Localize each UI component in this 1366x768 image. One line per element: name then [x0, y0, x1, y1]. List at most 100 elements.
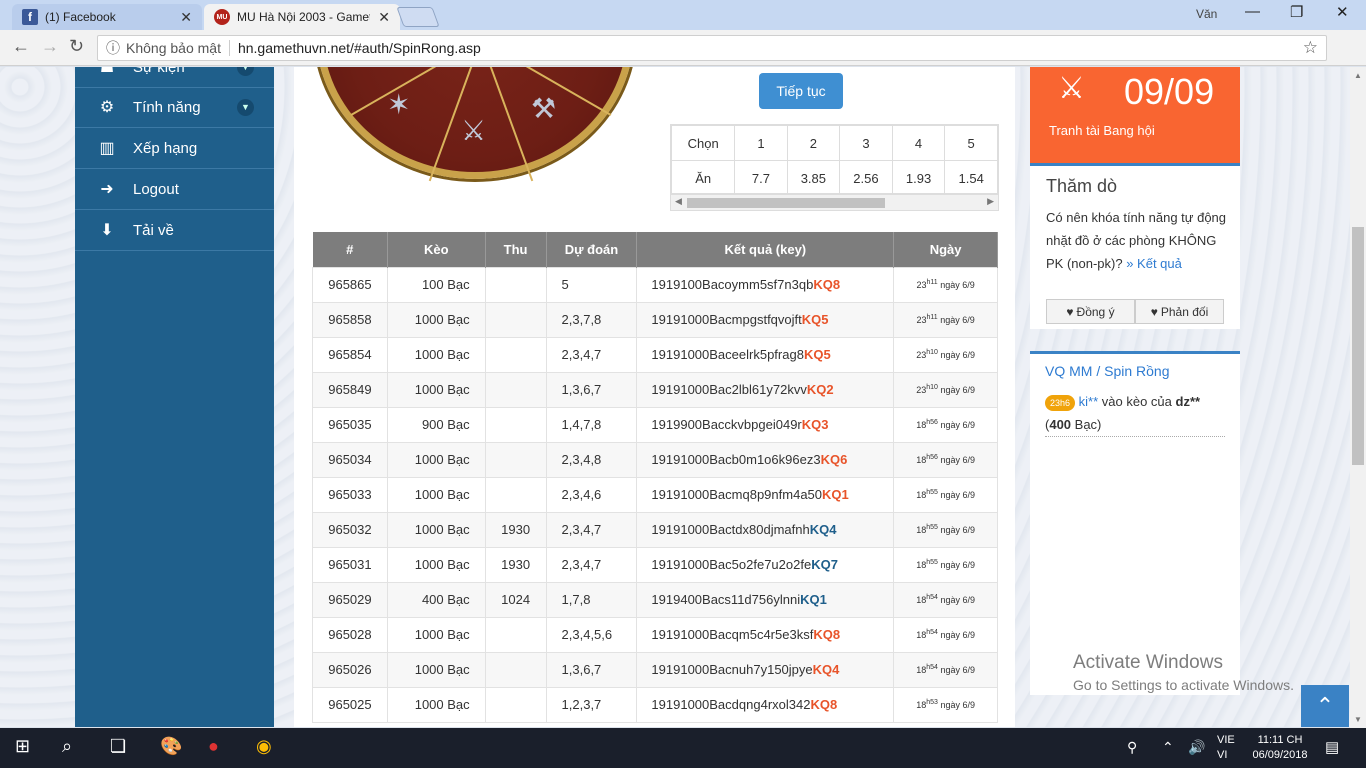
browser-tab-bar: f (1) Facebook ✕ MU MU Hà Nội 2003 - Gam…	[0, 0, 1366, 30]
row-prediction: 2,3,4,7	[545, 336, 638, 373]
spin-rong-link[interactable]: Spin Rồng	[1104, 363, 1169, 379]
scroll-left-icon[interactable]: ◀	[675, 196, 682, 207]
back-to-top-button[interactable]: ⌃	[1301, 685, 1349, 727]
omnibox[interactable]: ⓘ Không bảo mật hn.gamethuvn.net/#auth/S…	[97, 35, 1327, 61]
people-icon[interactable]: ⚲	[1127, 739, 1137, 756]
odds-table: Chọn 1 2 3 4 5 Ăn 7.7 3.85 2.56 1.93 1.5…	[670, 124, 999, 194]
new-tab-button[interactable]	[396, 7, 440, 27]
sidebar-item-logout[interactable]: ➜ Logout	[75, 169, 274, 210]
table-row: 965026 1000 Bạc 1,3,6,7 19191000Bacnuh7y150…	[312, 651, 998, 688]
row-bet: 100 Bạc	[386, 266, 486, 303]
info-icon[interactable]: ⓘ	[106, 38, 120, 58]
back-icon[interactable]: ←	[12, 36, 30, 57]
odds-payout: 1.93	[891, 160, 946, 193]
row-hour: 18	[916, 560, 927, 570]
url-text[interactable]: hn.gamethuvn.net/#auth/SpinRong.asp	[238, 40, 481, 56]
odds-row-label: Ăn	[671, 160, 736, 193]
agree-label: Đồng ý	[1076, 304, 1115, 319]
sidebar-item-tai-ve[interactable]: ⬇ Tải về	[75, 210, 274, 251]
row-date: 18h55 ngày 6/9	[893, 546, 998, 583]
task-view-icon[interactable]: ❏	[110, 736, 126, 757]
row-hour: 23	[916, 350, 927, 360]
tab-mu-hanoi[interactable]: MU MU Hà Nội 2003 - Gamethuvn ✕	[204, 4, 400, 30]
result-code: KQ4	[812, 662, 840, 677]
event-banner[interactable]: ⚔ 09/09 Tranh tài Bang hội	[1030, 67, 1240, 163]
tab-title: MU Hà Nội 2003 - Gamethuvn	[237, 10, 370, 24]
reload-icon[interactable]: ↻	[69, 36, 84, 57]
notification-icon[interactable]: ▤	[1325, 738, 1339, 756]
row-day: ngày 6/9	[940, 280, 975, 290]
table-row: 965034 1000 Bạc 2,3,4,8 19191000Bacb0m1o6k9…	[312, 441, 998, 478]
sidebar-item-label: Xếp hạng	[133, 139, 198, 157]
scroll-down-icon[interactable]: ▼	[1354, 715, 1362, 724]
address-toolbar: ← → ↻ ⓘ Không bảo mật hn.gamethuvn.net/#…	[0, 30, 1366, 86]
odds-payout: 2.56	[839, 160, 893, 193]
scroll-up-icon[interactable]: ▲	[1354, 71, 1362, 80]
volume-icon[interactable]: 🔊	[1188, 739, 1205, 756]
sidebar-item-xep-hang[interactable]: ▥ Xếp hạng	[75, 128, 274, 169]
row-date: 18h54 ngày 6/9	[893, 581, 998, 618]
divider	[228, 40, 230, 56]
row-bet: 1000 Bạc	[386, 616, 486, 653]
star-icon[interactable]: ☆	[1303, 38, 1318, 58]
chevron-down-icon[interactable]: ▼	[237, 99, 254, 116]
mu-game-taskbar-icon[interactable]: ●	[208, 736, 219, 757]
row-minute: h55	[926, 524, 938, 531]
player-name[interactable]: ki**	[1079, 394, 1099, 409]
row-date: 18h55 ngày 6/9	[893, 476, 998, 513]
row-day: ngày 6/9	[940, 350, 975, 360]
row-hour: 18	[916, 595, 927, 605]
close-icon[interactable]: ✕	[378, 9, 390, 26]
row-id: 965865	[312, 266, 388, 303]
scroll-thumb[interactable]	[1352, 227, 1364, 465]
row-hour: 18	[916, 455, 927, 465]
chevron-down-icon[interactable]: ▼	[237, 67, 254, 76]
row-date: 23h10 ngày 6/9	[893, 371, 998, 408]
table-row: 965032 1000 Bạc 1930 2,3,4,7 19191000Bactdx8…	[312, 511, 998, 548]
forward-icon[interactable]: →	[41, 36, 59, 57]
agree-button[interactable]: ♥ Đồng ý	[1046, 299, 1135, 324]
row-minute: h55	[926, 559, 938, 566]
paint-icon[interactable]: 🎨	[160, 736, 182, 757]
row-id: 965028	[312, 616, 388, 653]
vqmm-link[interactable]: VQ MM	[1045, 363, 1092, 379]
chrome-icon[interactable]: ◉	[256, 736, 272, 757]
scroll-right-icon[interactable]: ▶	[987, 196, 994, 207]
result-code: KQ7	[811, 557, 838, 572]
disagree-button[interactable]: ♥ Phản đối	[1135, 299, 1224, 324]
continue-button[interactable]: Tiếp tục	[759, 73, 843, 109]
odds-scrollbar[interactable]: ◀ ▶	[670, 194, 999, 211]
poll-title: Thăm dò	[1046, 176, 1118, 196]
windows-taskbar: ⊞ ⌕ ❏ 🎨 ● ◉ ⚲ ⌃ 🔊 VIE VI 11:11 CH 06/09/…	[0, 728, 1366, 768]
event-icon: ☗	[99, 67, 115, 76]
page-scrollbar[interactable]: ▲ ▼	[1350, 67, 1366, 728]
profile-name[interactable]: Văn	[1196, 7, 1217, 21]
search-icon[interactable]: ⌕	[62, 736, 72, 757]
close-icon[interactable]: ✕	[180, 9, 192, 26]
table-row: 965854 1000 Bạc 2,3,4,7 19191000Baceelrk5pf…	[312, 336, 998, 373]
windows-start-icon[interactable]: ⊞	[15, 736, 30, 757]
row-day: ngày 6/9	[940, 665, 975, 675]
sidebar-item-su-kien[interactable]: ☗ Sự kiện ▼	[75, 67, 274, 88]
tab-facebook[interactable]: f (1) Facebook ✕	[12, 4, 202, 30]
poll-panel: Thăm dò Có nên khóa tính năng tự động nh…	[1030, 163, 1240, 329]
row-id: 965031	[312, 546, 388, 583]
row-bet: 1000 Bạc	[386, 336, 486, 373]
clock[interactable]: 11:11 CH 06/09/2018	[1252, 733, 1308, 763]
gears-icon: ⚙	[99, 99, 115, 116]
row-date: 23h10 ngày 6/9	[893, 336, 998, 373]
event-label: Tranh tài Bang hội	[1049, 123, 1155, 138]
sidebar-item-tinh-nang[interactable]: ⚙ Tính năng ▼	[75, 87, 274, 128]
sidebar-item-label: Tính năng	[133, 98, 201, 116]
row-winnings	[484, 651, 547, 688]
language-indicator[interactable]: VIE VI	[1217, 733, 1235, 763]
poll-result-link[interactable]: » Kết quả	[1126, 256, 1182, 271]
minimize-icon[interactable]: —	[1245, 3, 1260, 20]
lang-code: VIE	[1217, 734, 1235, 746]
tray-chevron-icon[interactable]: ⌃	[1162, 739, 1174, 756]
close-window-icon[interactable]: ✕	[1336, 3, 1349, 21]
scroll-thumb[interactable]	[687, 198, 885, 208]
maximize-icon[interactable]: ❐	[1290, 3, 1303, 21]
row-day: ngày 6/9	[940, 420, 975, 430]
row-bet: 1000 Bạc	[386, 441, 486, 478]
